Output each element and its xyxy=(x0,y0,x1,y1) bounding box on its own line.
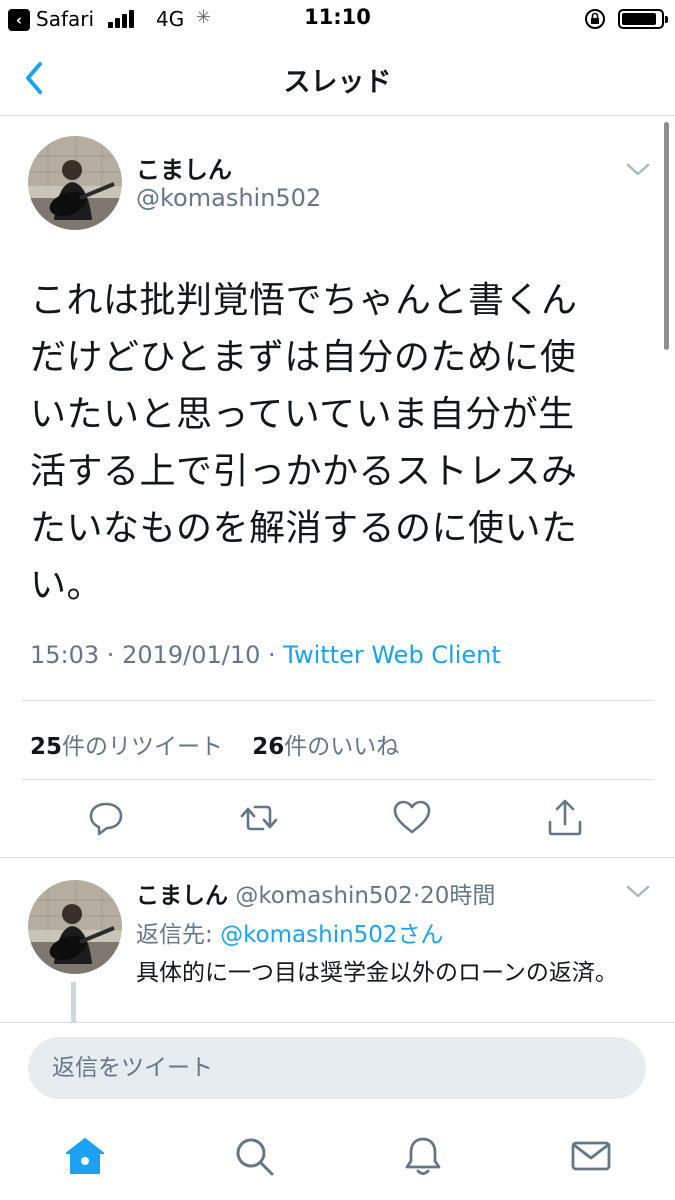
reply-input[interactable] xyxy=(28,1037,646,1099)
author-name[interactable]: こましん xyxy=(136,150,232,185)
reply-author-handle[interactable]: @komashin502 xyxy=(235,883,413,909)
tweet-stats: 25件のリツイート 26件のいいね xyxy=(30,727,399,761)
avatar[interactable] xyxy=(28,136,122,230)
chevron-down-icon[interactable] xyxy=(625,162,651,178)
reply-compose-bar xyxy=(0,1022,675,1114)
retweets-count: 25 xyxy=(30,734,63,760)
nav-header: スレッド xyxy=(0,38,675,116)
thread-line xyxy=(71,982,76,1022)
notifications-icon[interactable] xyxy=(401,1134,445,1178)
page-title: スレッド xyxy=(283,67,392,98)
reply-text: 具体的に一つ目は奨学金以外のローンの返済。 xyxy=(136,960,618,986)
likes-count: 26 xyxy=(252,734,285,760)
likes-label: 件のいいね xyxy=(284,734,400,760)
reply-author-name[interactable]: こましん xyxy=(136,883,228,909)
reply-to-label: 返信先: xyxy=(136,922,221,948)
reply-to-mention[interactable]: @komashin502さん xyxy=(220,922,444,948)
tab-bar xyxy=(0,1114,675,1200)
tweet-source-link[interactable]: Twitter Web Client xyxy=(283,641,501,669)
scrollbar[interactable] xyxy=(664,122,669,350)
battery-icon xyxy=(618,9,668,29)
retweets-stat[interactable]: 25件のリツイート xyxy=(30,734,223,760)
orientation-lock-icon xyxy=(585,9,605,29)
clock: 11:10 xyxy=(304,5,371,29)
meta-separator: · xyxy=(99,641,123,669)
like-icon[interactable] xyxy=(392,796,432,840)
tweet-text: これは批判覚悟でちゃんと書くん だけどひとまずは自分のために使 いたいと思ってい… xyxy=(30,280,578,606)
search-icon[interactable] xyxy=(232,1134,276,1178)
section-divider xyxy=(0,857,675,858)
likes-stat[interactable]: 26件のいいね xyxy=(252,734,399,760)
tweet-date: 2019/01/10 xyxy=(122,641,261,669)
chevron-down-icon[interactable] xyxy=(625,884,651,900)
home-icon[interactable] xyxy=(63,1134,107,1178)
reply-avatar[interactable] xyxy=(28,880,122,974)
divider xyxy=(22,779,652,780)
avatar-image xyxy=(28,880,122,974)
author-handle[interactable]: @komashin502 xyxy=(136,184,321,212)
retweet-icon[interactable] xyxy=(239,796,279,840)
tweet-time: 15:03 xyxy=(30,641,100,669)
status-bar: ‹ Safari 4G ✳ 11:10 xyxy=(0,0,675,38)
reply-age: ·20時間 xyxy=(412,883,496,909)
tweet-meta: 15:03 · 2019/01/10 · Twitter Web Client xyxy=(30,641,501,669)
reply-to: 返信先: @komashin502さん xyxy=(136,915,444,949)
messages-icon[interactable] xyxy=(569,1134,613,1178)
meta-separator: · xyxy=(260,641,284,669)
reply-icon[interactable] xyxy=(86,796,126,840)
avatar-image xyxy=(28,136,122,230)
reply-header: こましん @komashin502·20時間 xyxy=(136,876,495,910)
share-icon[interactable] xyxy=(545,796,585,840)
divider xyxy=(22,700,652,701)
retweets-label: 件のリツイート xyxy=(62,734,224,760)
